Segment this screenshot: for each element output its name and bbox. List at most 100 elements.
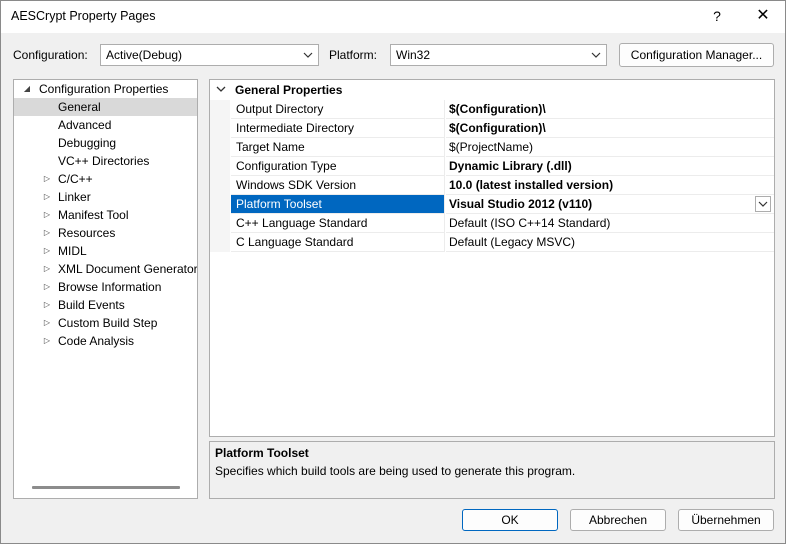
- tree-item-c-c[interactable]: ▷ C/C++: [14, 170, 197, 188]
- tree-root-configuration-properties[interactable]: ◢ Configuration Properties: [14, 80, 197, 98]
- section-header[interactable]: General Properties: [210, 80, 774, 100]
- tree-item-label: Linker: [58, 190, 91, 204]
- tree-item-build-events[interactable]: ▷ Build Events: [14, 296, 197, 314]
- tree-item-manifest-tool[interactable]: ▷ Manifest Tool: [14, 206, 197, 224]
- title-bar: AESCrypt Property Pages ? ✕: [1, 1, 785, 33]
- configuration-value: Active(Debug): [106, 48, 183, 62]
- property-value[interactable]: Default (ISO C++14 Standard): [446, 214, 774, 233]
- property-value[interactable]: Visual Studio 2012 (v110): [446, 195, 774, 214]
- tree-item-label: Build Events: [58, 298, 125, 312]
- ok-button[interactable]: OK: [462, 509, 558, 531]
- property-row[interactable]: C++ Language Standard Default (ISO C++14 …: [210, 214, 774, 233]
- tree-item-general[interactable]: General: [14, 98, 197, 116]
- property-value[interactable]: $(Configuration)\: [446, 119, 774, 138]
- tree-item-vc-directories[interactable]: VC++ Directories: [14, 152, 197, 170]
- property-pages-window: AESCrypt Property Pages ? ✕ Configuratio…: [0, 0, 786, 544]
- close-button[interactable]: ✕: [741, 1, 785, 31]
- property-row[interactable]: Target Name $(ProjectName): [210, 138, 774, 157]
- row-gutter: [210, 176, 230, 195]
- collapse-icon[interactable]: ◢: [22, 80, 32, 98]
- section-title: General Properties: [235, 83, 343, 97]
- expand-icon[interactable]: ▷: [42, 242, 52, 260]
- tree-item-label: Code Analysis: [58, 334, 135, 348]
- property-row[interactable]: Output Directory $(Configuration)\: [210, 100, 774, 119]
- row-gutter: [210, 214, 230, 233]
- description-text: Specifies which build tools are being us…: [215, 464, 576, 478]
- property-value[interactable]: $(ProjectName): [446, 138, 774, 157]
- configuration-dropdown[interactable]: Active(Debug): [100, 44, 319, 66]
- cancel-button[interactable]: Abbrechen: [570, 509, 666, 531]
- property-value-text: 10.0 (latest installed version): [449, 178, 614, 192]
- property-value[interactable]: 10.0 (latest installed version): [446, 176, 774, 195]
- apply-button[interactable]: Übernehmen: [678, 509, 774, 531]
- property-name[interactable]: C Language Standard: [231, 233, 445, 252]
- property-value-text: Default (Legacy MSVC): [449, 235, 576, 249]
- property-name[interactable]: Intermediate Directory: [231, 119, 445, 138]
- value-dropdown-button[interactable]: [755, 196, 771, 212]
- configuration-manager-button[interactable]: Configuration Manager...: [619, 43, 774, 67]
- tree-item-label: MIDL: [58, 244, 87, 258]
- property-value[interactable]: Default (Legacy MSVC): [446, 233, 774, 252]
- chevron-down-icon: [758, 201, 768, 207]
- property-row[interactable]: Configuration Type Dynamic Library (.dll): [210, 157, 774, 176]
- collapse-chevron-icon[interactable]: [215, 82, 227, 96]
- row-gutter: [210, 119, 230, 138]
- property-value-text: $(Configuration)\: [449, 102, 546, 116]
- description-panel: Platform Toolset Specifies which build t…: [209, 441, 775, 499]
- property-name[interactable]: Output Directory: [231, 100, 445, 119]
- tree-item-linker[interactable]: ▷ Linker: [14, 188, 197, 206]
- property-value-text: Dynamic Library (.dll): [449, 159, 572, 173]
- configuration-label: Configuration:: [13, 48, 88, 62]
- tree-item-debugging[interactable]: Debugging: [14, 134, 197, 152]
- tree-item-xml-document-generator[interactable]: ▷ XML Document Generator: [14, 260, 197, 278]
- expand-icon[interactable]: ▷: [42, 332, 52, 350]
- row-gutter: [210, 100, 230, 119]
- horizontal-scrollbar[interactable]: [32, 486, 180, 489]
- property-name[interactable]: Windows SDK Version: [231, 176, 445, 195]
- property-row[interactable]: Intermediate Directory $(Configuration)\: [210, 119, 774, 138]
- tree-item-label: Configuration Properties: [39, 82, 169, 96]
- expand-icon[interactable]: ▷: [42, 170, 52, 188]
- tree-item-label: Manifest Tool: [58, 208, 129, 222]
- tree-item-label: VC++ Directories: [58, 154, 150, 168]
- tree-item-custom-build-step[interactable]: ▷ Custom Build Step: [14, 314, 197, 332]
- tree-item-resources[interactable]: ▷ Resources: [14, 224, 197, 242]
- tree-item-advanced[interactable]: Advanced: [14, 116, 197, 134]
- property-value-text: $(ProjectName): [449, 140, 534, 154]
- expand-icon[interactable]: ▷: [42, 188, 52, 206]
- property-row[interactable]: Platform Toolset Visual Studio 2012 (v110…: [210, 195, 774, 214]
- expand-icon[interactable]: ▷: [42, 296, 52, 314]
- tree-item-label: General: [58, 100, 101, 114]
- help-button[interactable]: ?: [695, 1, 739, 31]
- expand-icon[interactable]: ▷: [42, 224, 52, 242]
- property-value-text: Visual Studio 2012 (v110): [449, 197, 593, 211]
- row-gutter: [210, 233, 230, 252]
- platform-value: Win32: [396, 48, 431, 62]
- description-title: Platform Toolset: [215, 446, 309, 460]
- property-grid[interactable]: General Properties Output Directory $(Con…: [209, 79, 775, 437]
- window-title: AESCrypt Property Pages: [11, 9, 156, 23]
- expand-icon[interactable]: ▷: [42, 314, 52, 332]
- platform-dropdown[interactable]: Win32: [390, 44, 607, 66]
- property-name[interactable]: Platform Toolset: [231, 195, 445, 214]
- property-name[interactable]: Configuration Type: [231, 157, 445, 176]
- property-tree[interactable]: ◢ Configuration Properties General Advanc…: [13, 79, 198, 499]
- row-gutter: [210, 195, 230, 214]
- row-gutter: [210, 138, 230, 157]
- tree-item-browse-information[interactable]: ▷ Browse Information: [14, 278, 197, 296]
- row-gutter: [210, 157, 230, 176]
- property-row[interactable]: Windows SDK Version 10.0 (latest installe…: [210, 176, 774, 195]
- tree-item-label: Resources: [58, 226, 116, 240]
- property-value[interactable]: Dynamic Library (.dll): [446, 157, 774, 176]
- property-name[interactable]: Target Name: [231, 138, 445, 157]
- tree-item-label: Advanced: [58, 118, 112, 132]
- expand-icon[interactable]: ▷: [42, 206, 52, 224]
- property-row[interactable]: C Language Standard Default (Legacy MSVC): [210, 233, 774, 252]
- tree-item-midl[interactable]: ▷ MIDL: [14, 242, 197, 260]
- expand-icon[interactable]: ▷: [42, 278, 52, 296]
- property-value-text: $(Configuration)\: [449, 121, 546, 135]
- property-name[interactable]: C++ Language Standard: [231, 214, 445, 233]
- expand-icon[interactable]: ▷: [42, 260, 52, 278]
- property-value[interactable]: $(Configuration)\: [446, 100, 774, 119]
- tree-item-code-analysis[interactable]: ▷ Code Analysis: [14, 332, 197, 350]
